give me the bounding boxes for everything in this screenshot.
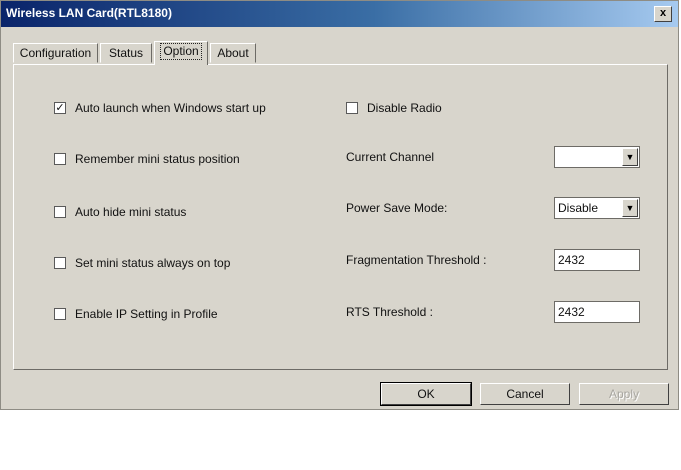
title-bar[interactable]: Wireless LAN Card(RTL8180) x [1,1,678,27]
remember-position-checkbox[interactable] [54,153,66,165]
always-on-top-label: Set mini status always on top [75,256,231,270]
ok-button[interactable]: OK [380,382,472,406]
disable-radio-label: Disable Radio [367,101,442,115]
window-title: Wireless LAN Card(RTL8180) [6,6,172,20]
enable-ip-label: Enable IP Setting in Profile [75,307,218,321]
tab-status[interactable]: Status [100,43,152,63]
power-save-value: Disable [558,201,599,215]
chevron-down-icon[interactable]: ▼ [622,199,638,217]
dialog-window: Wireless LAN Card(RTL8180) x Configurati… [0,0,679,410]
disable-radio-checkbox[interactable] [346,102,358,114]
rts-input[interactable]: 2432 [554,301,640,323]
current-channel-select[interactable]: ▼ [554,146,640,168]
current-channel-label: Current Channel [346,150,435,164]
always-on-top-checkbox[interactable] [54,257,66,269]
auto-launch-checkbox[interactable]: ✓ [54,102,66,114]
power-save-select[interactable]: Disable ▼ [554,197,640,219]
close-button[interactable]: x [654,6,672,22]
fragmentation-label: Fragmentation Threshold : [346,253,487,267]
auto-hide-checkbox[interactable] [54,206,66,218]
power-save-label: Power Save Mode: [346,201,448,215]
remember-position-label: Remember mini status position [75,152,240,166]
tab-option[interactable]: Option [154,41,208,65]
auto-hide-label: Auto hide mini status [75,205,187,219]
cancel-button[interactable]: Cancel [480,383,570,405]
rts-label: RTS Threshold : [346,305,433,319]
tab-about[interactable]: About [210,43,256,63]
fragmentation-input[interactable]: 2432 [554,249,640,271]
chevron-down-icon[interactable]: ▼ [622,148,638,166]
tab-configuration[interactable]: Configuration [13,43,98,63]
enable-ip-checkbox[interactable] [54,308,66,320]
close-icon: x [659,7,667,19]
auto-launch-label: Auto launch when Windows start up [75,101,266,115]
apply-button[interactable]: Apply [579,383,669,405]
